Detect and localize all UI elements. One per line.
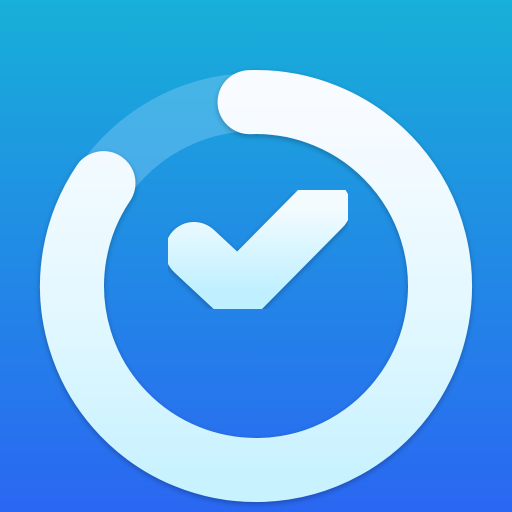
app-icon-artwork (40, 70, 472, 502)
checkmark-icon (165, 178, 351, 321)
progress-check-app-icon (0, 0, 512, 512)
